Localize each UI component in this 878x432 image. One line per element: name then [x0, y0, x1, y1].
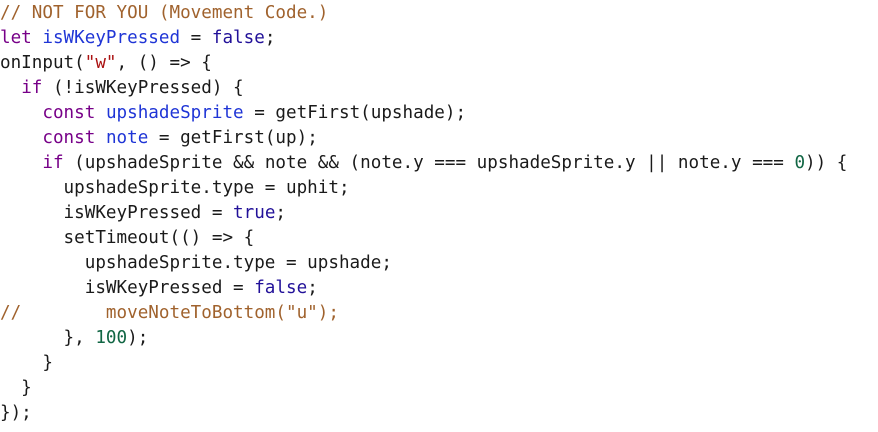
code-token-plain: isWKeyPressed =	[0, 203, 234, 223]
code-token-plain: )) {	[805, 153, 848, 173]
code-token-plain: });	[0, 403, 32, 423]
code-token-plain: = getFirst(up);	[148, 128, 318, 148]
code-token-keyword: if	[21, 78, 43, 98]
code-token-plain: =	[180, 28, 212, 48]
code-line[interactable]: const upshadeSprite = getFirst(upshade);	[0, 101, 878, 126]
code-token-plain: setTimeout(() => {	[0, 228, 255, 248]
code-token-plain: }	[0, 353, 53, 373]
code-token-def: note	[105, 128, 149, 148]
code-token-number: 0	[794, 153, 806, 173]
code-line[interactable]: onInput("w", () => {	[0, 51, 878, 76]
code-token-number: 100	[95, 328, 128, 348]
code-token-plain: ;	[307, 278, 318, 298]
code-line[interactable]: upshadeSprite.type = uphit;	[0, 176, 878, 201]
code-line[interactable]: });	[0, 401, 878, 426]
code-token-plain: }	[0, 378, 32, 398]
code-token-keyword: if	[42, 153, 64, 173]
code-token-def: isWKeyPressed	[42, 28, 181, 48]
code-token-plain: , () => {	[116, 53, 212, 73]
code-token-plain: (!isWKeyPressed) {	[42, 78, 244, 98]
code-line[interactable]: if (upshadeSprite && note && (note.y ===…	[0, 151, 878, 176]
code-line[interactable]: }	[0, 351, 878, 376]
code-token-plain: (upshadeSprite && note && (note.y === up…	[63, 153, 795, 173]
code-line[interactable]: }, 100);	[0, 326, 878, 351]
code-token-string: "w"	[84, 53, 117, 73]
code-token-comment: // NOT FOR YOU (Movement Code.)	[0, 3, 329, 23]
code-token-plain: },	[0, 328, 96, 348]
code-editor[interactable]: // NOT FOR YOU (Movement Code.) let isWKe…	[0, 0, 878, 432]
code-token-plain: ;	[275, 203, 287, 223]
code-token-keyword: const	[42, 128, 96, 148]
code-token-plain: onInput(	[0, 53, 85, 73]
code-line[interactable]: }	[0, 376, 878, 401]
code-token-plain: upshadeSprite.type = uphit;	[0, 178, 350, 198]
code-token-plain: isWKeyPressed =	[0, 278, 255, 298]
code-line[interactable]: // NOT FOR YOU (Movement Code.)	[0, 1, 878, 26]
code-line[interactable]: let isWKeyPressed = false;	[0, 26, 878, 51]
code-line[interactable]: if (!isWKeyPressed) {	[0, 76, 878, 101]
code-token-comment: // moveNoteToBottom("u");	[0, 303, 339, 323]
code-line[interactable]: setTimeout(() => {	[0, 226, 878, 251]
code-line[interactable]: upshadeSprite.type = upshade;	[0, 251, 878, 276]
code-token-def: upshadeSprite	[105, 103, 244, 123]
code-line[interactable]: isWKeyPressed = true;	[0, 201, 878, 226]
code-token-plain: );	[127, 328, 149, 348]
code-token-plain: upshadeSprite.type = upshade;	[0, 253, 392, 273]
code-token-atom: true	[233, 203, 276, 223]
code-token-atom: false	[211, 28, 265, 48]
code-line[interactable]: const note = getFirst(up);	[0, 126, 878, 151]
code-token-plain: ;	[264, 28, 276, 48]
code-line[interactable]: // moveNoteToBottom("u");	[0, 301, 878, 326]
code-token-plain: = getFirst(upshade);	[243, 103, 467, 123]
code-token-atom: false	[254, 278, 308, 298]
code-line[interactable]: isWKeyPressed = false;	[0, 276, 878, 301]
code-token-keyword: const	[42, 103, 96, 123]
code-token-keyword: let	[0, 28, 32, 48]
